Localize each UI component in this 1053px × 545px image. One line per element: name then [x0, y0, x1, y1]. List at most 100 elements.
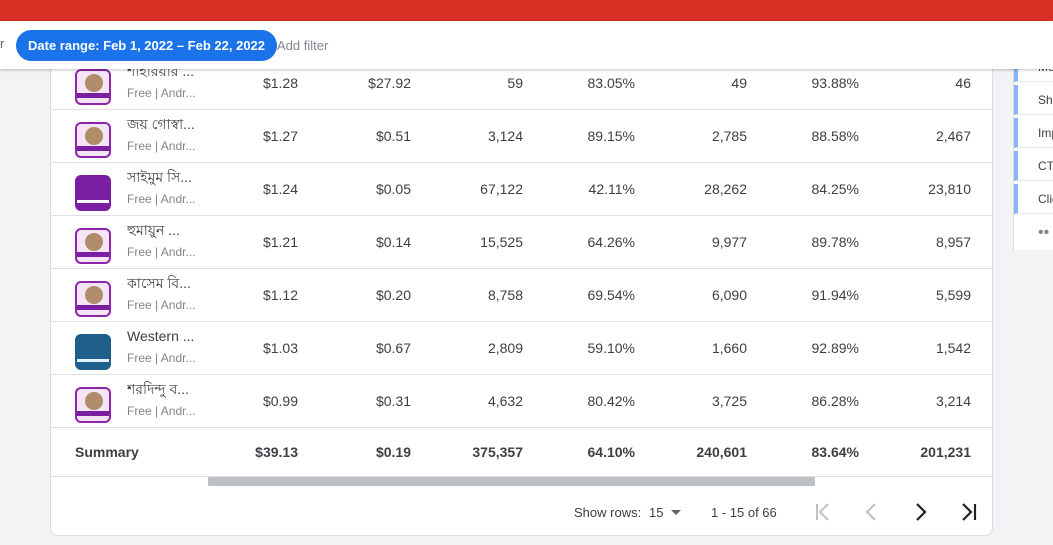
cell: 89.15%: [587, 128, 635, 144]
date-range-chip[interactable]: Date range: Feb 1, 2022 – Feb 22, 2022: [16, 30, 278, 61]
table-body: শাহারয়ার ... Free | Andr... $1.28 $27.9…: [51, 57, 992, 477]
app-subtitle: Free | Andr...: [127, 245, 196, 259]
cell: 69.54%: [587, 287, 635, 303]
app-name[interactable]: শরদিন্দু ব...: [127, 380, 207, 398]
table-row[interactable]: Western ... Free | Andr... $1.03 $0.67 2…: [51, 322, 992, 375]
cell: 3,214: [935, 393, 971, 409]
cell: 28,262: [704, 181, 747, 197]
app-name[interactable]: হুমায়ুন ...: [127, 221, 207, 239]
first-page-icon: [816, 503, 829, 521]
app-name[interactable]: সাইমুম সি...: [127, 168, 207, 186]
cell: 6,090: [711, 287, 747, 303]
cell: 23,810: [928, 181, 971, 197]
metric-item[interactable]: CT: [1014, 151, 1053, 181]
app-subtitle: Free | Andr...: [127, 351, 196, 365]
summary-cell: 201,231: [920, 444, 971, 460]
show-rows-label: Show rows:: [574, 505, 642, 520]
author-portrait-icon: [75, 69, 111, 105]
cell: 2,467: [935, 128, 971, 144]
cell: $0.51: [375, 128, 411, 144]
cell: 9,977: [711, 234, 747, 250]
caret-down-icon[interactable]: [671, 510, 681, 515]
cell: $0.20: [375, 287, 411, 303]
first-page-button[interactable]: [808, 497, 838, 527]
cell: 86.28%: [811, 393, 859, 409]
add-filter-button[interactable]: Add filter: [277, 38, 328, 53]
app-name[interactable]: জয় গোস্বা...: [127, 115, 207, 133]
cell: 8,758: [487, 287, 523, 303]
more-icon[interactable]: ••: [1014, 218, 1053, 248]
cell: $1.24: [262, 181, 298, 197]
page-range-text: 1 - 15 of 66: [711, 505, 777, 520]
cell: 8,957: [935, 234, 971, 250]
cell: $0.99: [262, 393, 298, 409]
cell: $1.27: [262, 128, 298, 144]
filter-cut-text: r: [0, 36, 5, 51]
cell: 89.78%: [811, 234, 859, 250]
cell: 1,542: [935, 340, 971, 356]
filter-bar: r Date range: Feb 1, 2022 – Feb 22, 2022…: [0, 21, 1053, 69]
cell: 15,525: [480, 234, 523, 250]
rows-per-page-select[interactable]: 15: [649, 505, 663, 520]
cell: 2,785: [711, 128, 747, 144]
app-subtitle: Free | Andr...: [127, 86, 196, 100]
app-name[interactable]: Western ...: [127, 327, 207, 345]
cell: 1,660: [711, 340, 747, 356]
cell: 92.89%: [811, 340, 859, 356]
cell: 3,725: [711, 393, 747, 409]
cell: 80.42%: [587, 393, 635, 409]
last-page-icon: [962, 503, 977, 521]
app-subtitle: Free | Andr...: [127, 139, 196, 153]
metric-item[interactable]: Clic: [1014, 184, 1053, 214]
summary-label: Summary: [75, 444, 139, 460]
cell: $1.21: [262, 234, 298, 250]
next-page-button[interactable]: [905, 497, 935, 527]
book-title-icon: [75, 175, 111, 211]
summary-cell: 375,357: [472, 444, 523, 460]
previous-page-button[interactable]: [857, 497, 887, 527]
table-row[interactable]: শরদিন্দু ব... Free | Andr... $0.99 $0.31…: [51, 375, 992, 428]
cell: 91.94%: [811, 287, 859, 303]
chevron-right-icon: [916, 503, 927, 521]
cell: 88.58%: [811, 128, 859, 144]
app-name[interactable]: কাসেম বি...: [127, 274, 207, 292]
cell: 59.10%: [587, 340, 635, 356]
summary-cell: 240,601: [696, 444, 747, 460]
cell: 5,599: [935, 287, 971, 303]
last-page-button[interactable]: [953, 497, 983, 527]
table-row[interactable]: কাসেম বি... Free | Andr... $1.12 $0.20 8…: [51, 269, 992, 322]
table-row[interactable]: সাইমুম সি... Free | Andr... $1.24 $0.05 …: [51, 163, 992, 216]
author-portrait-icon: [75, 387, 111, 423]
cell: $0.14: [375, 234, 411, 250]
metrics-side-panel: Me Sho Imp CT Clic ••: [1013, 40, 1053, 250]
app-subtitle: Free | Andr...: [127, 192, 196, 206]
chevron-left-icon: [865, 503, 876, 521]
author-portrait-icon: [75, 122, 111, 158]
cell: 2,809: [487, 340, 523, 356]
table-row[interactable]: জয় গোস্বা... Free | Andr... $1.27 $0.51…: [51, 110, 992, 163]
cell: $0.31: [375, 393, 411, 409]
author-portrait-icon: [75, 281, 111, 317]
app-subtitle: Free | Andr...: [127, 298, 196, 312]
apps-table-card: শাহারয়ার ... Free | Andr... $1.28 $27.9…: [50, 30, 993, 536]
summary-row: Summary $39.13 $0.19 375,357 64.10% 240,…: [51, 428, 992, 477]
summary-cell: $0.19: [375, 444, 411, 460]
author-portrait-icon: [75, 228, 111, 264]
metric-item[interactable]: Sho: [1014, 85, 1053, 115]
cell: 64.26%: [587, 234, 635, 250]
pagination-bar: Show rows: 15 1 - 15 of 66: [51, 491, 992, 531]
summary-cell: 83.64%: [811, 444, 859, 460]
scrollbar-thumb[interactable]: [208, 477, 815, 486]
table-row[interactable]: হুমায়ুন ... Free | Andr... $1.21 $0.14 …: [51, 216, 992, 269]
horizontal-scrollbar[interactable]: [51, 474, 992, 488]
cell: 3,124: [487, 128, 523, 144]
cell: $1.03: [262, 340, 298, 356]
top-banner: [0, 0, 1053, 21]
cell: $1.12: [262, 287, 298, 303]
western-book-icon: [75, 334, 111, 370]
summary-cell: 64.10%: [587, 444, 635, 460]
cell: 4,632: [487, 393, 523, 409]
app-subtitle: Free | Andr...: [127, 404, 196, 418]
cell: 84.25%: [811, 181, 859, 197]
metric-item[interactable]: Imp: [1014, 118, 1053, 148]
